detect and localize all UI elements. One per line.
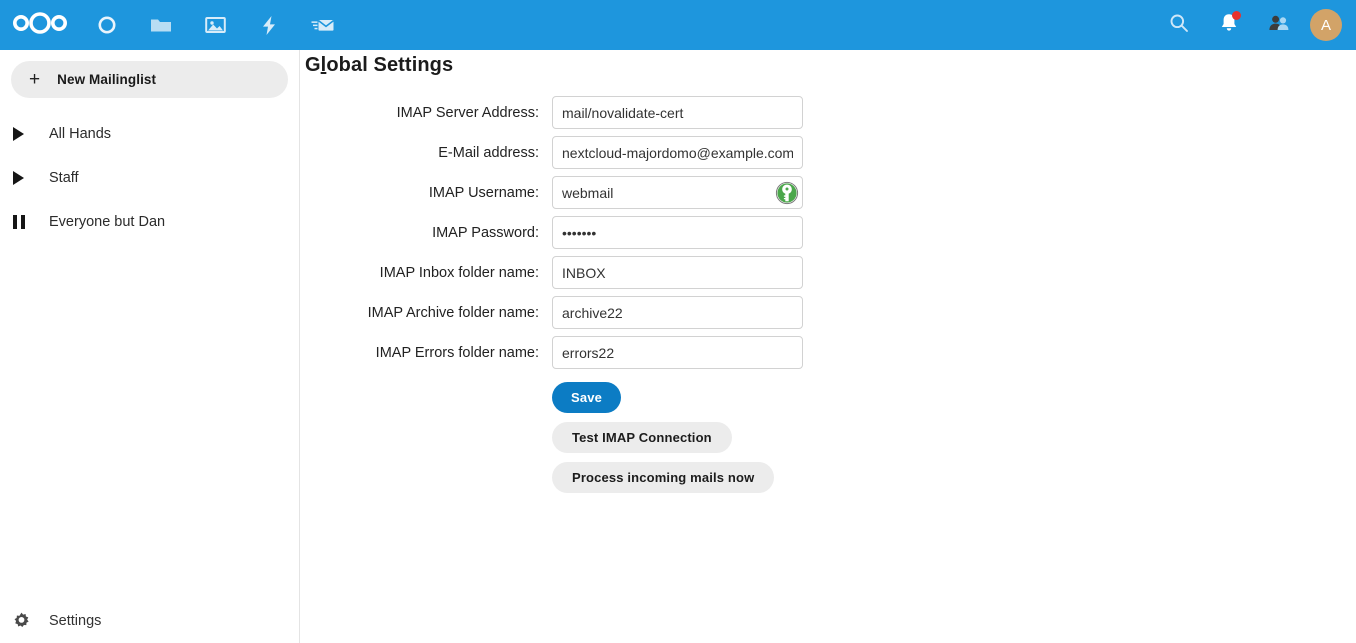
imap-inbox-folder-input[interactable] — [552, 256, 803, 289]
save-button[interactable]: Save — [552, 382, 621, 413]
notifications-button[interactable] — [1204, 0, 1254, 50]
label-imap-inbox-folder: IMAP Inbox folder name: — [379, 264, 539, 281]
nav-item-dashboard[interactable] — [80, 0, 134, 50]
nav-item-mail[interactable] — [296, 0, 350, 50]
nav-item-photos[interactable] — [188, 0, 242, 50]
field-wrap-imap-password — [552, 216, 803, 249]
circle-ring-icon — [97, 15, 117, 35]
folder-icon — [150, 15, 172, 35]
search-icon — [1169, 13, 1189, 38]
sidebar-item-label: Staff — [49, 170, 79, 186]
page-title-suffix: obal Settings — [326, 54, 454, 76]
nav-item-activity[interactable] — [242, 0, 296, 50]
sidebar-item-staff[interactable]: Staff — [0, 156, 299, 200]
field-wrap-email-address — [552, 136, 803, 169]
field-wrap-imap-inbox-folder — [552, 256, 803, 289]
search-button[interactable] — [1154, 0, 1204, 50]
mailinglist-list: All Hands Staff Everyone but Dan — [0, 112, 299, 244]
header-right-group: A — [1154, 0, 1356, 50]
nextcloud-logo-button[interactable] — [0, 0, 80, 50]
form-row-imap-username: IMAP Username: — [300, 176, 803, 209]
imap-username-input[interactable] — [552, 176, 803, 209]
form-row-imap-archive-folder: IMAP Archive folder name: — [300, 296, 803, 329]
keepassxc-icon[interactable] — [775, 181, 799, 205]
form-row-imap-inbox-folder: IMAP Inbox folder name: — [300, 256, 803, 289]
page-title: Global Settings — [305, 54, 453, 77]
sidebar-item-everyone-but-dan[interactable]: Everyone but Dan — [0, 200, 299, 244]
nextcloud-logo-icon — [13, 11, 67, 39]
form-row-imap-errors-folder: IMAP Errors folder name: — [300, 336, 803, 369]
new-mailinglist-label: New Mailinglist — [57, 72, 157, 87]
lightning-bolt-icon — [261, 15, 277, 36]
contacts-icon — [1268, 13, 1290, 38]
play-triangle-icon — [13, 171, 47, 185]
field-wrap-imap-archive-folder — [552, 296, 803, 329]
new-mailinglist-button[interactable]: + New Mailinglist — [11, 61, 288, 98]
test-imap-connection-button[interactable]: Test IMAP Connection — [552, 422, 732, 453]
user-avatar[interactable]: A — [1310, 9, 1342, 41]
imap-errors-folder-input[interactable] — [552, 336, 803, 369]
sidebar-settings-button[interactable]: Settings — [0, 598, 299, 643]
plus-icon: + — [29, 69, 41, 90]
app-navigation — [80, 0, 350, 50]
imap-archive-folder-input[interactable] — [552, 296, 803, 329]
sidebar-item-label: Everyone but Dan — [49, 214, 166, 230]
global-settings-form: IMAP Server Address: E-Mail address: IMA… — [300, 96, 803, 493]
label-imap-server-address: IMAP Server Address: — [396, 104, 539, 121]
form-row-email-address: E-Mail address: — [300, 136, 803, 169]
field-wrap-imap-server-address — [552, 96, 803, 129]
page-title-prefix: G — [305, 54, 321, 76]
nav-item-files[interactable] — [134, 0, 188, 50]
sidebar-item-all-hands[interactable]: All Hands — [0, 112, 299, 156]
label-imap-archive-folder: IMAP Archive folder name: — [367, 304, 539, 321]
envelope-icon — [311, 15, 335, 35]
play-triangle-icon — [13, 127, 47, 141]
form-row-imap-password: IMAP Password: — [300, 216, 803, 249]
form-actions: Save Test IMAP Connection Process incomi… — [300, 382, 803, 493]
field-wrap-imap-errors-folder — [552, 336, 803, 369]
pause-icon — [13, 215, 47, 229]
label-email-address: E-Mail address: — [438, 144, 539, 161]
sidebar-item-label: All Hands — [49, 126, 112, 142]
avatar-initial: A — [1320, 16, 1331, 34]
email-address-input[interactable] — [552, 136, 803, 169]
label-imap-password: IMAP Password: — [432, 224, 539, 241]
sidebar-settings-label: Settings — [49, 612, 102, 629]
label-imap-errors-folder: IMAP Errors folder name: — [375, 344, 539, 361]
process-incoming-mails-button[interactable]: Process incoming mails now — [552, 462, 775, 493]
imap-server-address-input[interactable] — [552, 96, 803, 129]
top-header-bar: A — [0, 0, 1356, 50]
image-icon — [204, 15, 226, 35]
main-content: Global Settings IMAP Server Address: E-M… — [300, 50, 1356, 643]
contacts-button[interactable] — [1254, 0, 1304, 50]
label-imap-username: IMAP Username: — [428, 184, 539, 201]
app-sidebar: + New Mailinglist All Hands Staff Everyo… — [0, 50, 300, 643]
field-wrap-imap-username — [552, 176, 803, 209]
form-row-imap-server-address: IMAP Server Address: — [300, 96, 803, 129]
notification-badge — [1232, 11, 1241, 20]
imap-password-input[interactable] — [552, 216, 803, 249]
gear-icon — [13, 612, 47, 629]
